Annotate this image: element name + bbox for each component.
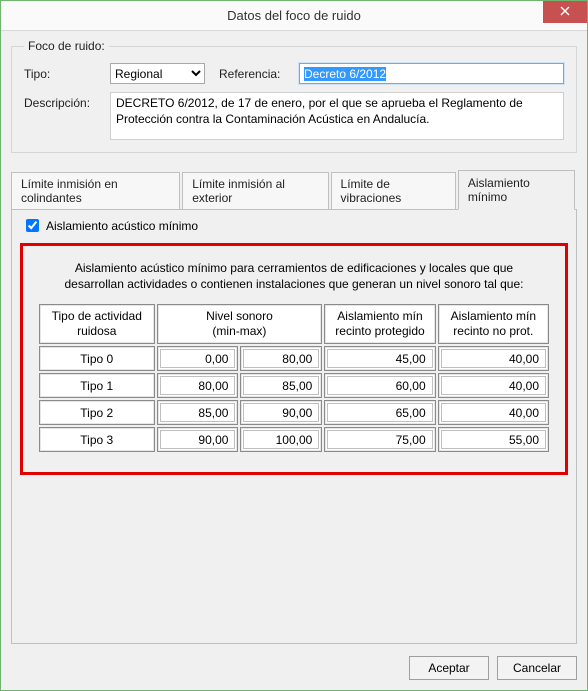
tab-bar: Límite inmisión en colindantes Límite in… [11,169,577,209]
tab-aislamiento-minimo[interactable]: Aislamiento mínimo [458,170,575,210]
th-noprot: Aislamiento mín recinto no prot. [438,304,549,344]
table-row: Tipo 1 80,00 85,00 60,00 40,00 [39,373,549,398]
table-row: Tipo 0 0,00 80,00 45,00 40,00 [39,346,549,371]
aislamiento-checkbox[interactable] [26,219,39,232]
aislamiento-table: Tipo de actividad ruidosa Nivel sonoro (… [37,302,551,454]
prot-input[interactable]: 75,00 [327,430,432,449]
noprot-input[interactable]: 40,00 [441,349,546,368]
dialog-footer: Aceptar Cancelar [11,644,577,680]
foco-legend: Foco de ruido: [24,39,109,53]
table-row: Tipo 3 90,00 100,00 75,00 55,00 [39,427,549,452]
min-input[interactable]: 0,00 [160,349,236,368]
tab-pane-aislamiento: Aislamiento acústico mínimo Aislamiento … [11,209,577,644]
desc-textarea[interactable]: DECRETO 6/2012, de 17 de enero, por el q… [110,92,564,140]
noprot-input[interactable]: 40,00 [441,376,546,395]
th-nivel: Nivel sonoro (min-max) [157,304,323,344]
desc-label: Descripción: [24,92,102,110]
tab-vibraciones[interactable]: Límite de vibraciones [331,172,456,210]
close-icon [560,6,570,18]
max-input[interactable]: 90,00 [243,403,319,422]
row-label: Tipo 1 [39,373,155,398]
row-label: Tipo 2 [39,400,155,425]
titlebar: Datos del foco de ruido [1,1,587,31]
th-tipo: Tipo de actividad ruidosa [39,304,155,344]
prot-input[interactable]: 65,00 [327,403,432,422]
th-prot: Aislamiento mín recinto protegido [324,304,435,344]
noprot-input[interactable]: 55,00 [441,430,546,449]
table-row: Tipo 2 85,00 90,00 65,00 40,00 [39,400,549,425]
max-input[interactable]: 85,00 [243,376,319,395]
tab-inmision-exterior[interactable]: Límite inmisión al exterior [182,172,328,210]
max-input[interactable]: 80,00 [243,349,319,368]
ref-input[interactable] [299,63,564,84]
min-input[interactable]: 90,00 [160,430,236,449]
highlight-box: Aislamiento acústico mínimo para cerrami… [20,243,568,475]
window: Datos del foco de ruido Foco de ruido: T… [0,0,588,691]
foco-group: Foco de ruido: Tipo: Regional Referencia… [11,39,577,153]
prot-input[interactable]: 45,00 [327,349,432,368]
ok-button[interactable]: Aceptar [409,656,489,680]
aislamiento-checkbox-label: Aislamiento acústico mínimo [46,219,198,233]
window-title: Datos del foco de ruido [227,8,361,23]
client-area: Foco de ruido: Tipo: Regional Referencia… [1,31,587,690]
noprot-input[interactable]: 40,00 [441,403,546,422]
max-input[interactable]: 100,00 [243,430,319,449]
tipo-select[interactable]: Regional [110,63,205,84]
tipo-label: Tipo: [24,67,102,81]
ref-label: Referencia: [219,67,291,81]
row-label: Tipo 3 [39,427,155,452]
highlight-caption: Aislamiento acústico mínimo para cerrami… [37,260,551,292]
row-label: Tipo 0 [39,346,155,371]
tab-inmision-colindantes[interactable]: Límite inmisión en colindantes [11,172,180,210]
cancel-button[interactable]: Cancelar [497,656,577,680]
min-input[interactable]: 80,00 [160,376,236,395]
close-button[interactable] [543,1,587,23]
prot-input[interactable]: 60,00 [327,376,432,395]
min-input[interactable]: 85,00 [160,403,236,422]
